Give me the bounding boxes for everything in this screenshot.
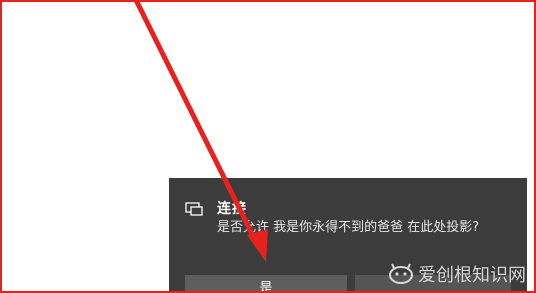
- watermark-text: 爱创根知识网: [418, 265, 526, 286]
- watermark: 爱创根知识网: [388, 261, 526, 287]
- toast-title: 连接: [217, 201, 247, 217]
- watermark-logo-icon: [388, 263, 414, 285]
- toast-message: 是否允许 我是你永得不到的爸爸 在此处投影?: [217, 220, 480, 235]
- toast-header: 连接: [185, 198, 247, 218]
- project-screen-icon: [185, 201, 203, 216]
- yes-button[interactable]: 是: [185, 275, 347, 293]
